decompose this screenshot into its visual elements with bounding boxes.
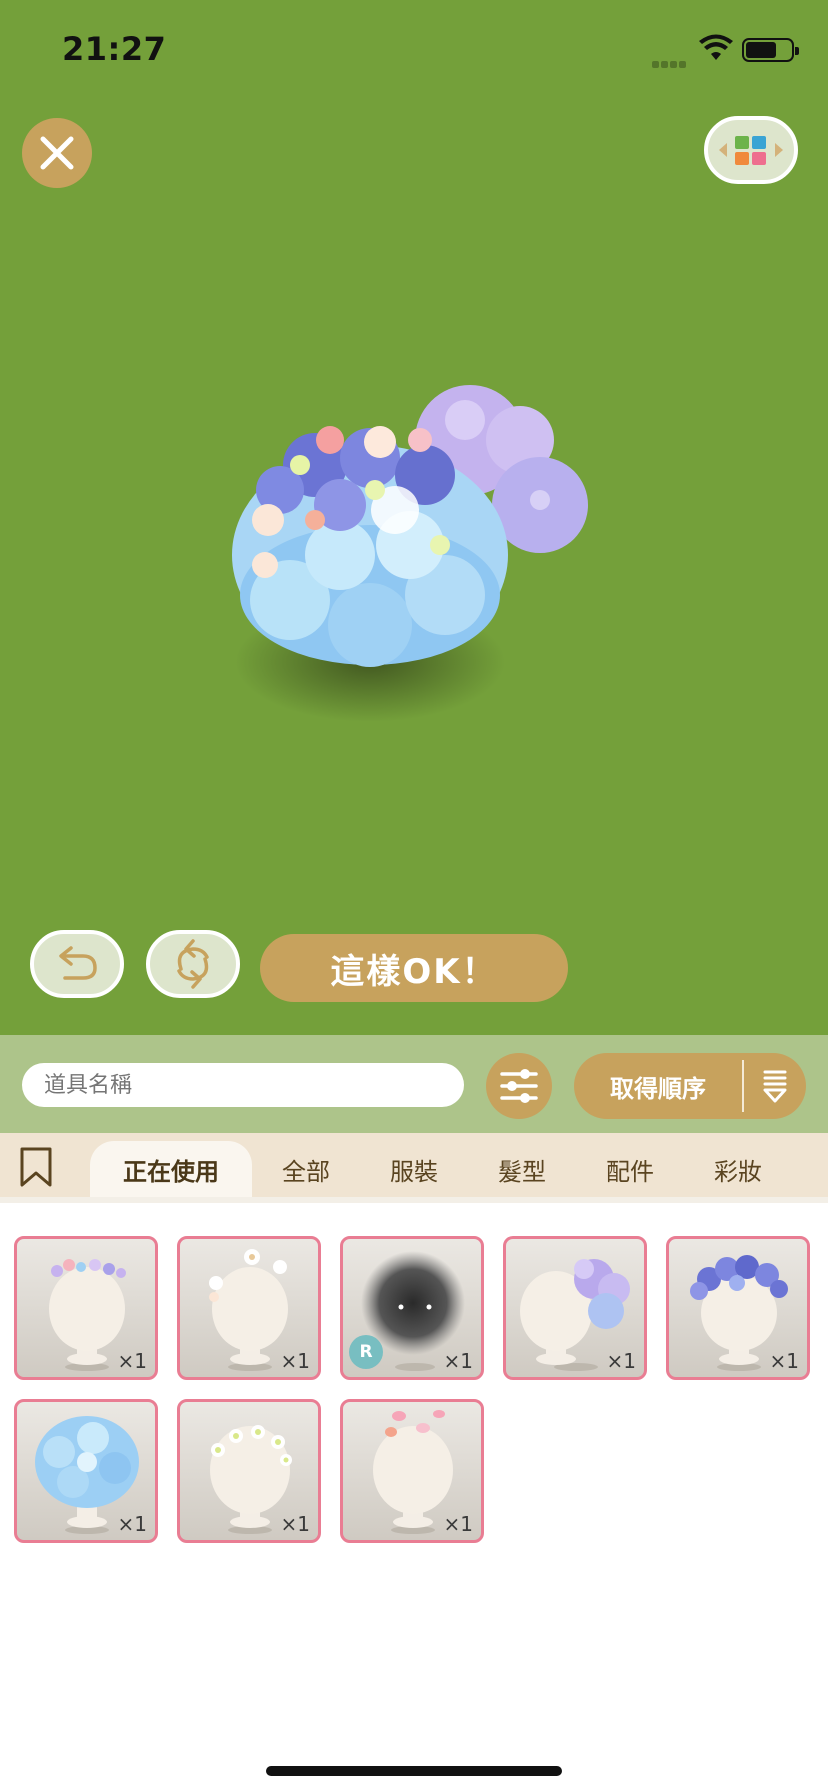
home-indicator[interactable] bbox=[266, 1766, 562, 1776]
color-swatch-icon bbox=[719, 136, 783, 165]
tab-accessories[interactable]: 配件 bbox=[586, 1141, 674, 1197]
item-card[interactable]: ×1 bbox=[503, 1236, 647, 1380]
undo-button[interactable] bbox=[30, 930, 124, 998]
category-tab-bar: 正在使用 全部 服裝 髮型 配件 彩妝 bbox=[0, 1133, 828, 1197]
status-time: 21:27 bbox=[62, 30, 167, 68]
item-card[interactable]: ×1 bbox=[14, 1236, 158, 1380]
item-quantity: ×1 bbox=[280, 1349, 310, 1373]
cellular-signal-icon bbox=[652, 53, 692, 68]
tab-makeup[interactable]: 彩妝 bbox=[694, 1141, 782, 1197]
randomize-button[interactable] bbox=[146, 930, 240, 998]
item-quantity: ×1 bbox=[280, 1512, 310, 1536]
tab-outfits[interactable]: 服裝 bbox=[370, 1141, 458, 1197]
item-card[interactable]: ×1 bbox=[666, 1236, 810, 1380]
item-card[interactable]: ×1 bbox=[340, 1399, 484, 1543]
sort-order-button[interactable]: 取得順序 bbox=[574, 1053, 806, 1119]
wifi-icon bbox=[699, 34, 733, 60]
tab-all[interactable]: 全部 bbox=[262, 1141, 350, 1197]
status-bar: 21:27 bbox=[0, 0, 828, 100]
rarity-badge: R bbox=[349, 1335, 383, 1369]
bookmark-icon[interactable] bbox=[18, 1147, 54, 1187]
sort-direction-icon[interactable] bbox=[744, 1069, 806, 1103]
sort-order-label: 取得順序 bbox=[610, 1074, 706, 1103]
tab-in-use[interactable]: 正在使用 bbox=[90, 1141, 252, 1197]
tab-bar-divider bbox=[0, 1197, 828, 1203]
item-quantity: ×1 bbox=[443, 1349, 473, 1373]
filter-button[interactable] bbox=[486, 1053, 552, 1119]
item-quantity: ×1 bbox=[606, 1349, 636, 1373]
tab-hairstyles[interactable]: 髮型 bbox=[478, 1141, 566, 1197]
item-quantity: ×1 bbox=[769, 1349, 799, 1373]
item-card[interactable]: ×1 bbox=[177, 1399, 321, 1543]
color-variant-button[interactable] bbox=[704, 116, 798, 184]
avatar-preview-stage: 21:27 這樣OK！ bbox=[0, 0, 828, 1035]
refresh-icon bbox=[177, 939, 209, 989]
item-quantity: ×1 bbox=[443, 1512, 473, 1536]
item-card[interactable]: ×1 bbox=[14, 1399, 158, 1543]
hydrangea-hair-preview bbox=[232, 385, 588, 722]
battery-icon bbox=[742, 38, 799, 62]
item-name-search-input[interactable] bbox=[22, 1063, 464, 1107]
close-icon bbox=[40, 136, 74, 170]
sliders-icon bbox=[500, 1069, 538, 1103]
confirm-ok-button[interactable]: 這樣OK！ bbox=[260, 934, 568, 1002]
item-quantity: ×1 bbox=[117, 1512, 147, 1536]
undo-icon bbox=[59, 946, 97, 980]
item-quantity: ×1 bbox=[117, 1349, 147, 1373]
close-button[interactable] bbox=[22, 118, 92, 188]
item-card[interactable]: ×1 bbox=[177, 1236, 321, 1380]
search-toolbar: 取得順序 bbox=[0, 1035, 828, 1133]
item-card[interactable]: R ×1 bbox=[340, 1236, 484, 1380]
